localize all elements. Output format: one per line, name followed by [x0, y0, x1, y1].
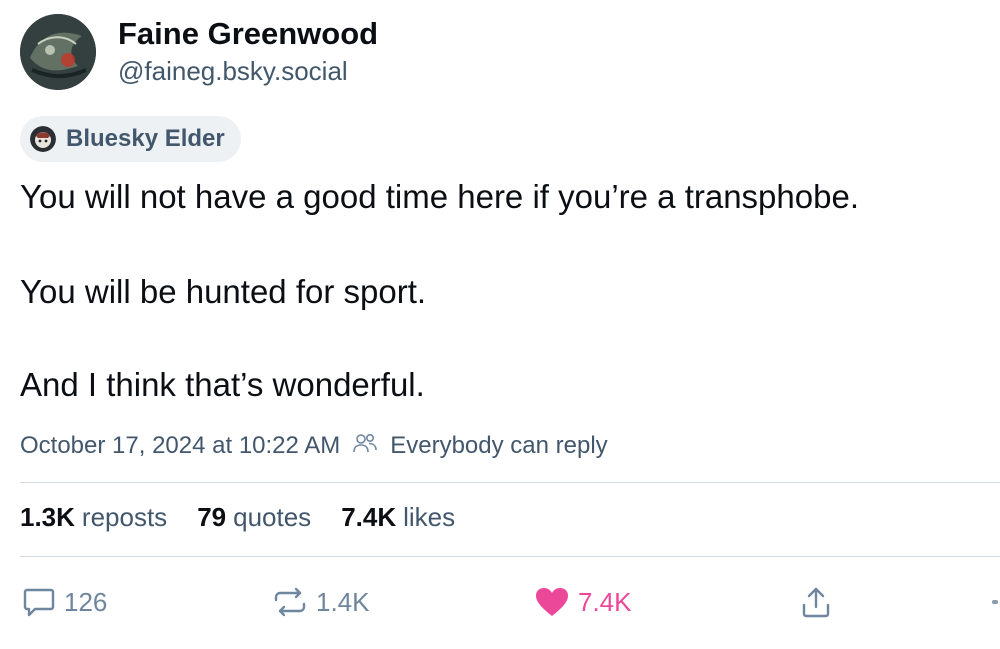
post-timestamp[interactable]: October 17, 2024 at 10:22 AM	[20, 432, 340, 460]
likes-label: likes	[403, 502, 456, 532]
reposts-count: 1.3K	[20, 502, 75, 532]
post-text-line-3: And I think that’s wonderful.	[20, 366, 425, 403]
engagement-stats: 1.3K reposts 79 quotes 7.4K likes	[20, 502, 455, 533]
repost-icon	[272, 586, 308, 618]
like-button[interactable]: 7.4K	[534, 582, 632, 622]
more-options-icon[interactable]	[992, 600, 998, 604]
post-text-line-1: You will not have a good time here if yo…	[20, 178, 859, 215]
reply-icon	[22, 586, 56, 618]
reposts-label: reposts	[81, 502, 168, 532]
likes-stat[interactable]: 7.4K likes	[341, 502, 455, 533]
post-text-line-2: You will be hunted for sport.	[20, 273, 427, 310]
divider	[20, 556, 1000, 557]
likes-count: 7.4K	[341, 502, 397, 532]
share-icon	[800, 585, 832, 619]
reply-count: 126	[64, 586, 108, 617]
author-display-name[interactable]: Faine Greenwood	[118, 16, 378, 52]
reposts-stat[interactable]: 1.3K reposts	[20, 502, 167, 533]
repost-button[interactable]: 1.4K	[272, 582, 370, 622]
divider	[20, 482, 1000, 483]
people-icon	[352, 431, 378, 462]
badge-label: Bluesky Elder	[66, 125, 225, 152]
reply-button[interactable]: 126	[22, 582, 107, 622]
author-handle[interactable]: @faineg.bsky.social	[118, 56, 348, 87]
reply-setting: Everybody can reply	[390, 432, 608, 459]
bluesky-elder-badge[interactable]: Bluesky Elder	[20, 116, 241, 162]
post-meta: October 17, 2024 at 10:22 AM Everybody c…	[20, 430, 608, 462]
avatar[interactable]	[20, 14, 96, 90]
badge-avatar-icon	[30, 126, 56, 152]
quotes-stat[interactable]: 79 quotes	[197, 502, 311, 533]
share-button[interactable]	[800, 582, 832, 622]
repost-count: 1.4K	[316, 586, 370, 617]
quotes-label: quotes	[233, 502, 312, 532]
quotes-count: 79	[197, 502, 227, 532]
like-count: 7.4K	[578, 586, 632, 617]
heart-icon	[534, 586, 570, 618]
